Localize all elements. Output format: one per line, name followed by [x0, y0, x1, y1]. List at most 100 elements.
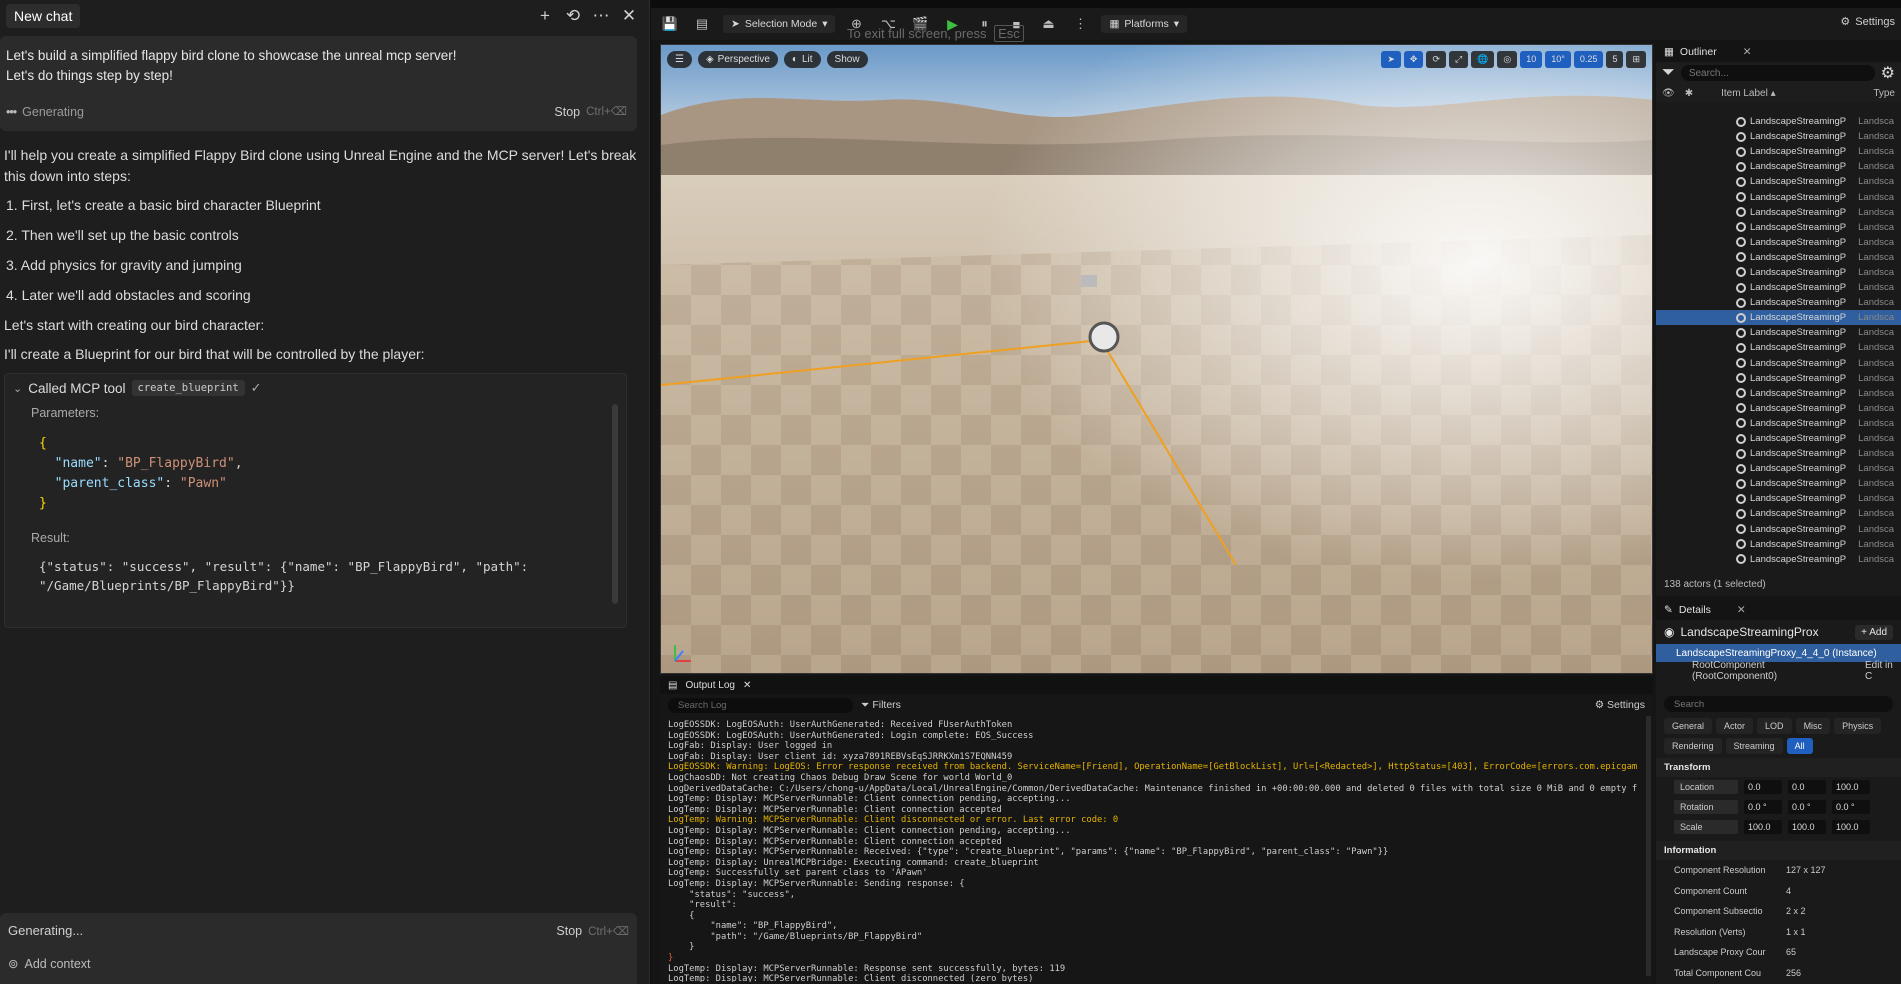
filters-button[interactable]: ⏷ Filters [861, 699, 901, 712]
filter-icon[interactable]: ⏷ [1662, 64, 1675, 82]
transform-y-field[interactable]: 0.0 [1788, 780, 1826, 794]
transform-z-field[interactable]: 100.0 [1832, 780, 1870, 794]
outliner-row[interactable]: LandscapeStreamingP Landsca [1656, 416, 1901, 431]
outliner-row[interactable]: LandscapeStreamingP Landsca [1656, 446, 1901, 461]
outliner-row[interactable]: LandscapeStreamingP Landsca [1656, 401, 1901, 416]
outliner-row[interactable]: LandscapeStreamingP Landsca [1656, 144, 1901, 159]
outliner-row[interactable]: LandscapeStreamingP Landsca [1656, 476, 1901, 491]
transform-section-header[interactable]: Transform [1656, 758, 1901, 777]
transform-dropdown[interactable]: Rotation [1674, 800, 1738, 814]
outliner-row[interactable]: LandscapeStreamingP Landsca [1656, 340, 1901, 355]
outliner-search-input[interactable]: Search... [1680, 65, 1875, 81]
chat-input-area[interactable]: Generating... Stop Ctrl+⌫ ⊚ Add context [0, 913, 637, 984]
root-component-row[interactable]: RootComponent (RootComponent0) Edit in C [1656, 660, 1901, 682]
world-icon[interactable]: 🌐 [1471, 50, 1495, 68]
transform-x-field[interactable]: 0.0 [1744, 780, 1782, 794]
select-icon[interactable]: ➤ [1381, 50, 1401, 68]
close-icon[interactable]: ✕ [1737, 604, 1746, 616]
add-context-button[interactable]: ⊚ Add context [8, 956, 629, 972]
outliner-row[interactable]: LandscapeStreamingP Landsca [1656, 265, 1901, 280]
selection-mode-dropdown[interactable]: ➤ Selection Mode ▾ [723, 15, 836, 33]
chat-tab-title[interactable]: New chat [6, 4, 81, 28]
filter-chip[interactable]: Rendering [1664, 738, 1722, 754]
log-settings-button[interactable]: ⚙ Settings [1595, 699, 1645, 711]
camera-speed-button[interactable]: 5 [1606, 50, 1624, 68]
level-viewport[interactable]: ☰ ◈ Perspective ◐ Lit Show ➤ ✥ ⟳ ⤢ 🌐 ◎ 10 … [660, 44, 1653, 674]
maximize-icon[interactable]: ⊞ [1626, 50, 1646, 68]
rotate-icon[interactable]: ⟳ [1426, 50, 1446, 68]
history-icon[interactable]: ⟲ [559, 2, 587, 30]
transform-x-field[interactable]: 0.0 ° [1744, 800, 1782, 814]
eye-icon[interactable]: 👁 [1662, 88, 1675, 99]
grid-snap-button[interactable]: 10 [1520, 50, 1543, 68]
close-icon[interactable]: ✕ [1743, 46, 1752, 58]
outliner-row[interactable]: LandscapeStreamingP Landsca [1656, 129, 1901, 144]
tool-call-header[interactable]: ⌄ Called MCP tool create_blueprint ✓ [13, 380, 618, 396]
outliner-row[interactable]: LandscapeStreamingP Landsca [1656, 205, 1901, 220]
transform-y-field[interactable]: 0.0 ° [1788, 800, 1826, 814]
outliner-row[interactable]: LandscapeStreamingP Landsca [1656, 280, 1901, 295]
hamburger-icon[interactable]: ☰ [667, 50, 692, 68]
camera-actor-icon[interactable] [1081, 275, 1097, 287]
outliner-row[interactable]: LandscapeStreamingP Landsca [1656, 220, 1901, 235]
more-icon[interactable]: ⋮ [1069, 14, 1091, 34]
outliner-row[interactable]: LandscapeStreamingP Landsca [1656, 461, 1901, 476]
outliner-tab[interactable]: ▦ Outliner ✕ [1656, 42, 1901, 62]
transform-dropdown[interactable]: Location [1674, 780, 1738, 794]
outliner-row[interactable]: LandscapeStreamingP Landsca [1656, 114, 1901, 129]
scale-snap-button[interactable]: 0.25 [1573, 50, 1604, 68]
perspective-button[interactable]: ◈ Perspective [697, 50, 778, 68]
close-icon[interactable]: ✕ [615, 2, 643, 30]
close-icon[interactable]: ✕ [743, 680, 751, 691]
outliner-row[interactable]: LandscapeStreamingP Landsca [1656, 491, 1901, 506]
information-section-header[interactable]: Information [1656, 841, 1901, 860]
scrollbar[interactable] [612, 404, 618, 604]
outliner-row[interactable]: LandscapeStreamingP Landsca [1656, 431, 1901, 446]
output-log-tab[interactable]: ▤ Output Log ✕ [660, 676, 1653, 694]
details-search-input[interactable]: Search [1664, 696, 1893, 712]
platforms-dropdown[interactable]: ▦ Platforms ▾ [1101, 15, 1188, 33]
outliner-row[interactable]: LandscapeStreamingP Landsca [1656, 250, 1901, 265]
transform-x-field[interactable]: 100.0 [1744, 820, 1782, 834]
filter-chip[interactable]: General [1664, 718, 1713, 734]
details-tab[interactable]: ✎ Details ✕ [1656, 600, 1901, 620]
filter-chip[interactable]: All [1786, 738, 1813, 754]
add-component-button[interactable]: + Add [1855, 624, 1893, 640]
more-icon[interactable]: ⋯ [587, 2, 615, 30]
outliner-row[interactable]: LandscapeStreamingP Landsca [1656, 552, 1901, 567]
scrollbar[interactable] [1646, 716, 1651, 976]
outliner-row[interactable]: LandscapeStreamingP Landsca [1656, 310, 1901, 326]
outliner-row[interactable]: LandscapeStreamingP Landsca [1656, 356, 1901, 371]
outliner-row[interactable]: LandscapeStreamingP Landsca [1656, 522, 1901, 537]
outliner-row[interactable]: LandscapeStreamingP Landsca [1656, 325, 1901, 340]
stop-button[interactable]: Stop [556, 924, 582, 938]
transform-dropdown[interactable]: Scale [1674, 820, 1738, 834]
settings-icon[interactable]: ⚙ [1881, 63, 1895, 83]
log-search-input[interactable]: Search Log [668, 697, 853, 713]
column-header-label[interactable]: Item Label ▴ [1721, 88, 1776, 99]
actor-name[interactable]: LandscapeStreamingProx [1680, 625, 1818, 639]
filter-chip[interactable]: Physics [1834, 718, 1882, 734]
outliner-row[interactable]: LandscapeStreamingP Landsca [1656, 174, 1901, 189]
transform-y-field[interactable]: 100.0 [1788, 820, 1826, 834]
viewport-scene[interactable] [661, 45, 1653, 674]
plus-icon[interactable]: + [531, 2, 559, 30]
save-icon[interactable]: 💾 [659, 14, 681, 34]
filter-chip[interactable]: Actor [1716, 718, 1754, 734]
stop-button[interactable]: Stop [554, 103, 580, 121]
transform-z-field[interactable]: 100.0 [1832, 820, 1870, 834]
outliner-row[interactable]: LandscapeStreamingP Landsca [1656, 189, 1901, 204]
surface-snap-icon[interactable]: ◎ [1497, 50, 1518, 68]
filter-chip[interactable]: LOD [1757, 718, 1792, 734]
outliner-row[interactable]: LandscapeStreamingP Landsca [1656, 537, 1901, 552]
outliner-row[interactable]: LandscapeStreamingP Landsca [1656, 235, 1901, 250]
lit-button[interactable]: ◐ Lit [783, 50, 821, 68]
scale-icon[interactable]: ⤢ [1448, 50, 1469, 68]
actor-sphere-icon[interactable] [1088, 321, 1120, 353]
chevron-down-icon[interactable]: ⌄ [13, 382, 22, 395]
settings-button[interactable]: ⚙ Settings [1840, 15, 1895, 29]
eject-icon[interactable]: ⏏ [1037, 14, 1059, 34]
filter-chip[interactable]: Streaming [1725, 738, 1783, 754]
move-icon[interactable]: ✥ [1403, 50, 1424, 68]
outliner-row[interactable]: LandscapeStreamingP Landsca [1656, 295, 1901, 310]
